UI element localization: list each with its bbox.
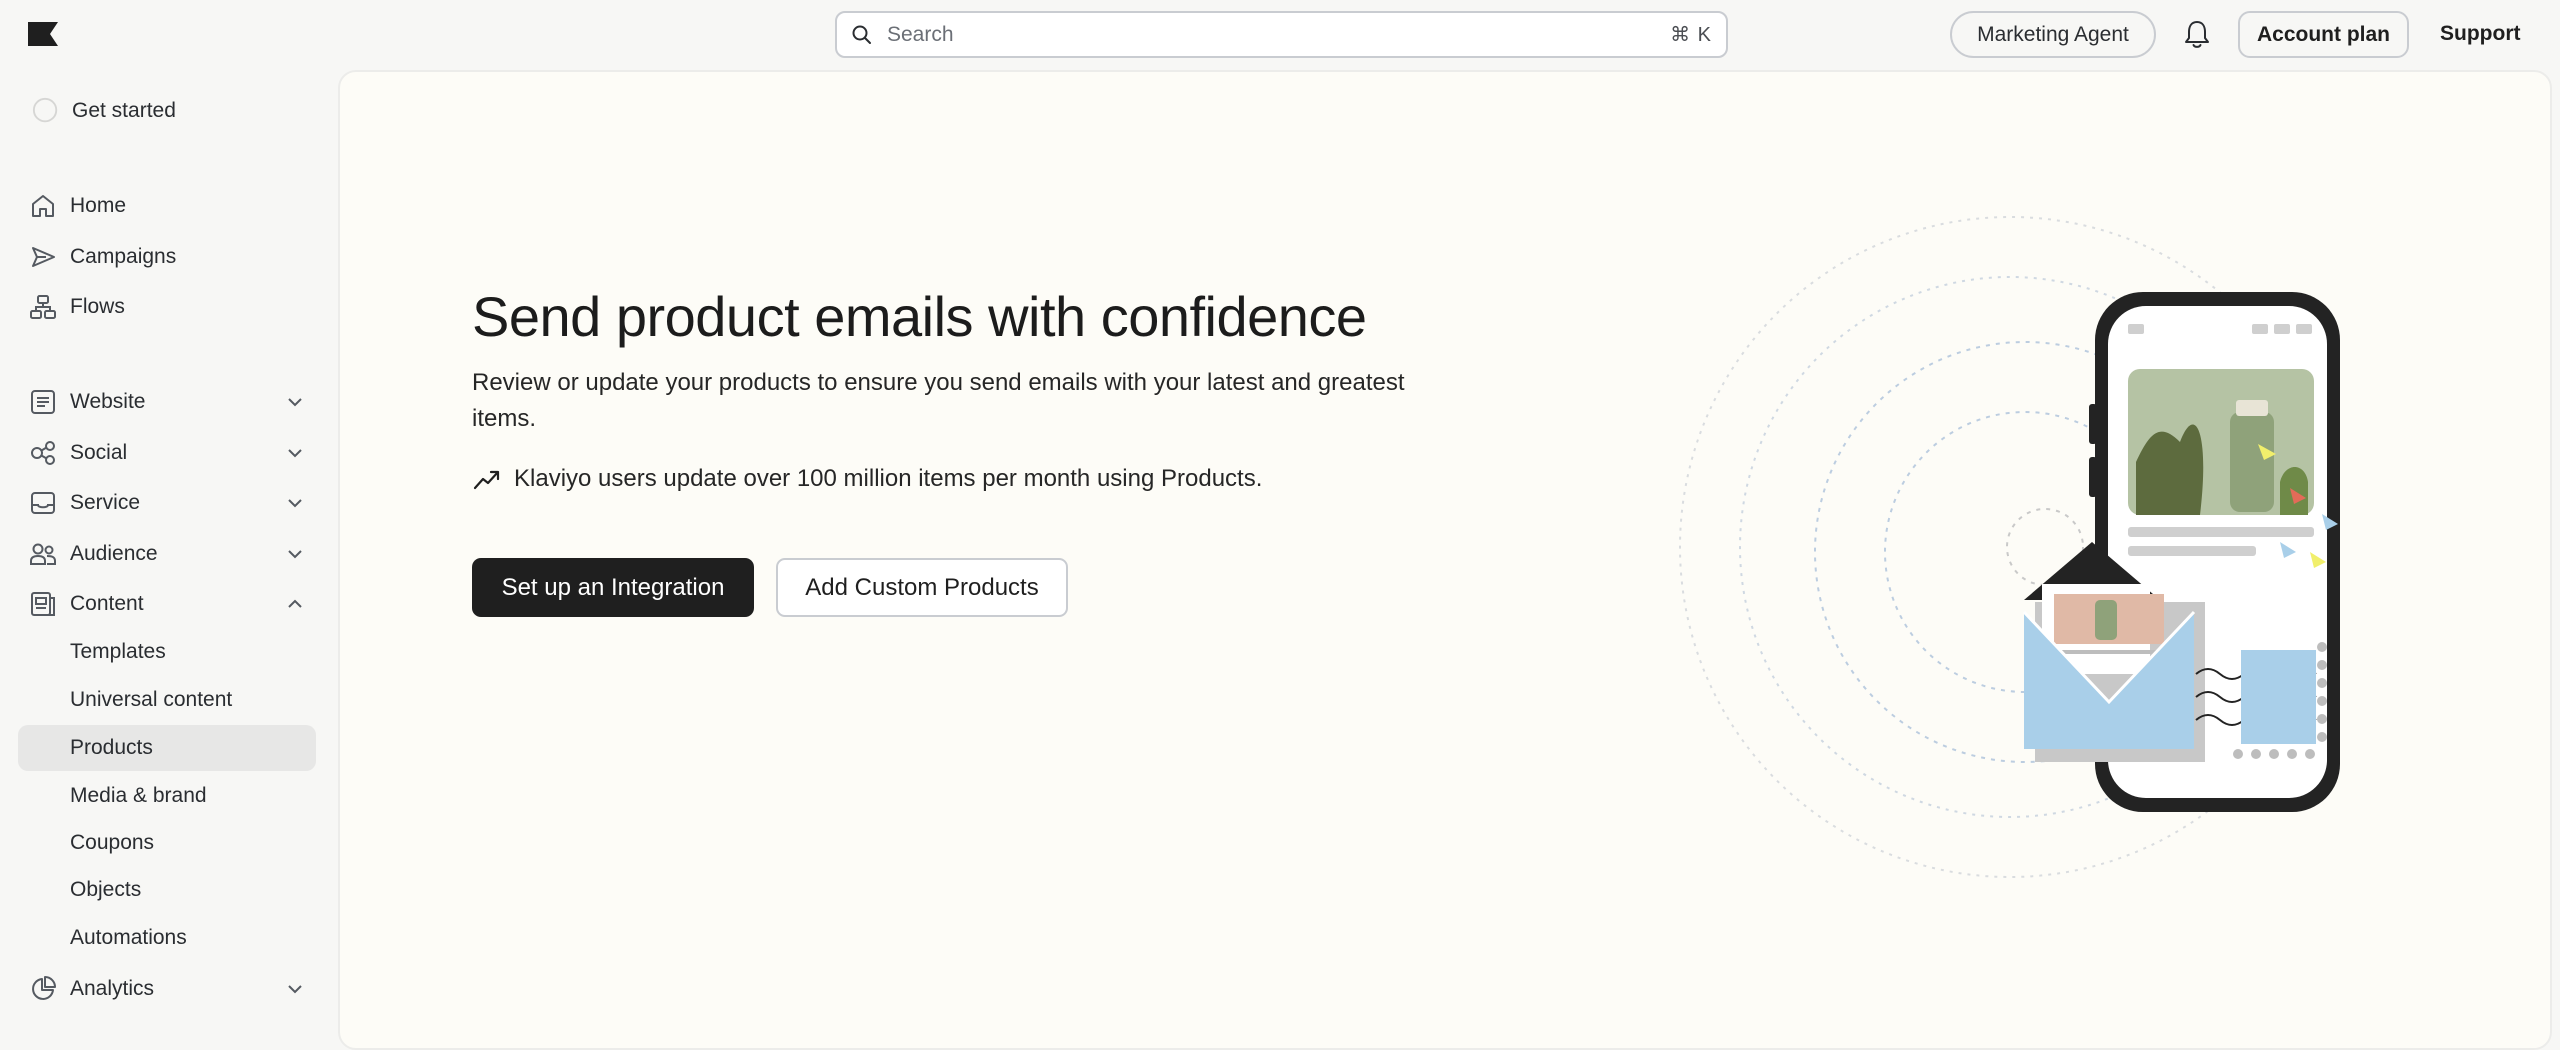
social-icon: [31, 441, 55, 465]
website-icon: [31, 390, 55, 414]
inbox-icon: [31, 492, 55, 514]
sidebar-subitem-universal-content[interactable]: Universal content: [18, 677, 316, 723]
sidebar-item-social[interactable]: Social: [18, 430, 316, 476]
support-link[interactable]: Support: [2440, 22, 2520, 46]
chevron-down-icon: [288, 550, 302, 559]
sidebar-subitem-media-brand[interactable]: Media & brand: [18, 773, 316, 819]
chevron-down-icon: [288, 985, 302, 994]
search-icon: [852, 25, 871, 44]
sidebar-subitem-objects[interactable]: Objects: [18, 867, 316, 913]
sidebar-item-label: Campaigns: [70, 245, 177, 268]
sidebar-subitem-templates[interactable]: Templates: [18, 629, 316, 675]
sidebar-item-label: Social: [70, 441, 128, 464]
main-panel: Send product emails with confidence Revi…: [338, 70, 2552, 1050]
stat-text: Klaviyo users update over 100 million it…: [514, 465, 1263, 492]
progress-circle-icon: [32, 97, 58, 123]
send-icon: [32, 247, 55, 267]
analytics-icon: [32, 976, 56, 1000]
stat-line: Klaviyo users update over 100 million it…: [472, 464, 1262, 494]
sidebar-item-label: Home: [70, 194, 127, 217]
trending-up-icon: [473, 470, 500, 490]
sidebar-item-label: Flows: [70, 295, 125, 318]
sidebar-item-label: Service: [70, 491, 141, 514]
content-icon: [31, 592, 55, 616]
sidebar-subitem-automations[interactable]: Automations: [18, 915, 316, 961]
page-description: Review or update your products to ensure…: [472, 369, 1405, 432]
sidebar-subitem-products[interactable]: Products: [18, 725, 316, 771]
bell-icon[interactable]: [2182, 18, 2212, 50]
sidebar-item-home[interactable]: Home: [18, 183, 316, 229]
sidebar-item-get-started[interactable]: Get started: [18, 88, 316, 134]
sidebar: Get started Home Campaigns Flows Website: [0, 70, 338, 1040]
sidebar-item-analytics[interactable]: Analytics: [18, 966, 316, 1012]
sidebar-item-service[interactable]: Service: [18, 480, 316, 526]
sidebar-item-label: Audience: [70, 542, 158, 565]
phone-email-illustration: [1679, 216, 2340, 878]
home-icon: [32, 195, 54, 217]
chevron-down-icon: [288, 499, 302, 508]
sidebar-item-audience[interactable]: Audience: [18, 531, 316, 577]
sidebar-item-flows[interactable]: Flows: [18, 284, 316, 330]
chevron-up-icon: [288, 599, 302, 608]
audience-icon: [30, 543, 56, 565]
marketing-agent-button[interactable]: Marketing Agent: [1950, 11, 2156, 58]
top-bar: Search ⌘ K Marketing Agent Account plan …: [0, 0, 2560, 70]
chevron-down-icon: [288, 449, 302, 458]
sidebar-item-label: Analytics: [70, 977, 155, 1000]
setup-integration-button[interactable]: Set up an Integration: [472, 558, 754, 617]
sidebar-item-campaigns[interactable]: Campaigns: [18, 234, 316, 280]
search-shortcut: ⌘ K: [1670, 24, 1712, 46]
chevron-down-icon: [288, 398, 302, 407]
sidebar-item-label: Get started: [72, 99, 176, 122]
page-title: Send product emails with confidence: [472, 285, 1367, 348]
flows-icon: [30, 295, 56, 319]
sidebar-subitem-coupons[interactable]: Coupons: [18, 820, 316, 866]
account-plan-button[interactable]: Account plan: [2238, 11, 2409, 58]
sidebar-item-content[interactable]: Content: [18, 581, 316, 627]
sidebar-item-website[interactable]: Website: [18, 379, 316, 425]
search-placeholder: Search: [887, 22, 954, 46]
sidebar-item-label: Website: [70, 390, 146, 413]
search-input[interactable]: Search ⌘ K: [835, 11, 1728, 58]
sidebar-item-label: Content: [70, 592, 144, 615]
klaviyo-logo-icon[interactable]: [28, 22, 58, 46]
add-custom-products-button[interactable]: Add Custom Products: [776, 558, 1068, 617]
